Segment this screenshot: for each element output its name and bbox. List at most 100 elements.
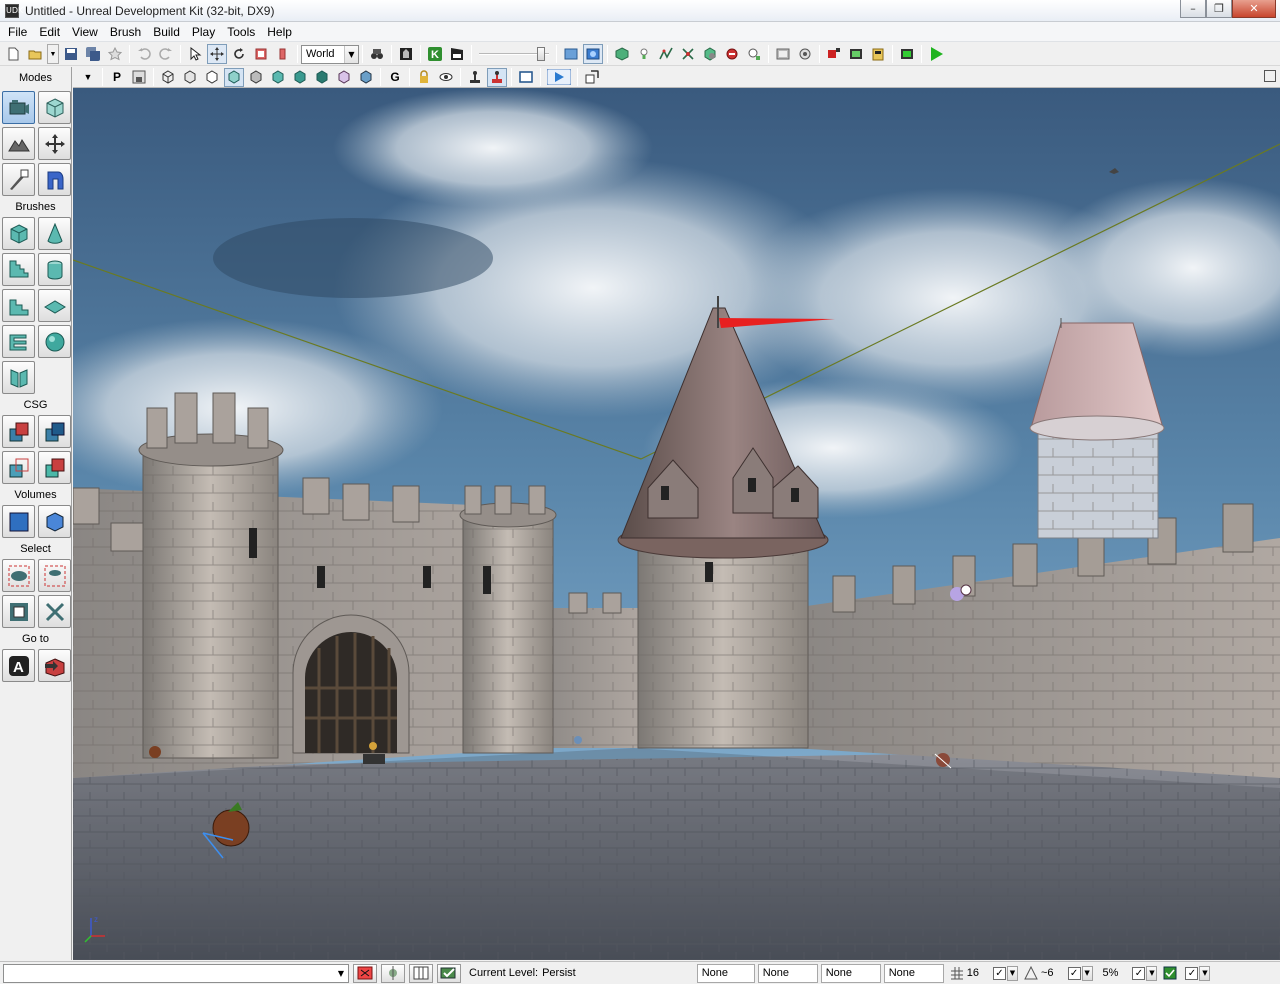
current-level-value[interactable]: Persist [542, 967, 576, 979]
cylinder-brush-button[interactable] [38, 253, 71, 286]
menu-play[interactable]: Play [186, 22, 221, 42]
scale-tool-button[interactable] [251, 44, 271, 64]
wireframe-button[interactable] [180, 68, 200, 87]
play-on-pc-button[interactable] [846, 44, 866, 64]
menu-brush[interactable]: Brush [104, 22, 147, 42]
close-button[interactable]: ✕ [1232, 0, 1276, 18]
emitter-sprite[interactable] [574, 736, 582, 744]
sphere-brush-button[interactable] [38, 325, 71, 358]
maximize-button[interactable]: ❐ [1206, 0, 1232, 18]
build-lighting-button[interactable] [634, 44, 654, 64]
command-input[interactable]: ▼ [3, 963, 349, 983]
menu-file[interactable]: File [2, 22, 33, 42]
viewport-toggle-button[interactable] [561, 44, 581, 64]
scale-snap-dropdown[interactable]: ▼ [1146, 965, 1158, 981]
realtime-toggle-button[interactable] [583, 44, 603, 64]
perspective-view-button[interactable]: P [107, 68, 127, 87]
rotation-snap-checkbox[interactable]: ✓ [1067, 966, 1081, 980]
camera-mode-button[interactable] [2, 91, 35, 124]
sheet-brush-button[interactable] [38, 289, 71, 322]
terrain-mode-button[interactable] [2, 127, 35, 160]
play-console-button[interactable] [897, 44, 917, 64]
menu-edit[interactable]: Edit [33, 22, 66, 42]
build-all-button[interactable] [722, 44, 742, 64]
realtime-preview-button[interactable] [487, 67, 507, 87]
static-mesh-tool-button[interactable] [773, 44, 793, 64]
lock-selection-button[interactable] [414, 68, 434, 87]
play-in-editor-button[interactable] [824, 44, 844, 64]
viewport-restore-icon[interactable] [1264, 70, 1276, 82]
add-volume-button[interactable] [2, 505, 35, 538]
build-options-button[interactable] [744, 44, 764, 64]
menu-tools[interactable]: Tools [221, 22, 261, 42]
lighting-detail-button[interactable] [356, 68, 376, 87]
game-view-button[interactable] [465, 68, 485, 87]
grid-snap-checkbox[interactable]: ✓ [992, 966, 1006, 980]
viewport-options-dropdown[interactable]: ▼ [78, 68, 98, 87]
light-complexity-button[interactable] [268, 68, 288, 87]
show-selected-button[interactable] [2, 559, 35, 592]
build-visibility-button[interactable] [700, 44, 720, 64]
autosave-icon[interactable] [1163, 966, 1177, 980]
lighting-only-button[interactable] [246, 68, 266, 87]
menu-help[interactable]: Help [261, 22, 298, 42]
volume-cube-button[interactable] [38, 505, 71, 538]
texture-align-mode-button[interactable] [2, 163, 35, 196]
shader-complexity-button[interactable] [312, 68, 332, 87]
lit-button[interactable] [224, 67, 244, 87]
curved-stair-brush-button[interactable] [2, 253, 35, 286]
linear-stair-brush-button[interactable] [2, 289, 35, 322]
viewport-type-button[interactable] [516, 68, 536, 87]
scale-nonuniform-button[interactable] [273, 44, 293, 64]
move-mode-button[interactable] [38, 127, 71, 160]
matinee-button[interactable] [447, 44, 467, 64]
lightmap-density-button[interactable] [334, 68, 354, 87]
content-browser-button[interactable] [396, 44, 416, 64]
drag-grid-button[interactable] [353, 963, 377, 983]
kismet-button[interactable]: K [425, 44, 445, 64]
goto-builder-brush-button[interactable] [38, 649, 71, 682]
open-button[interactable] [25, 44, 45, 64]
vertex-snap-button[interactable] [381, 963, 405, 983]
goto-actor-button[interactable]: A [2, 649, 35, 682]
lightmass-button[interactable] [795, 44, 815, 64]
csg-deintersect-button[interactable] [38, 451, 71, 484]
cook-button[interactable] [868, 44, 888, 64]
hide-selected-button[interactable] [38, 559, 71, 592]
groups-button[interactable]: G [385, 68, 405, 87]
grid-size-dropdown[interactable]: ▼ [1006, 965, 1018, 981]
autosave-checkbox[interactable]: ✓ [1185, 966, 1199, 980]
play-button[interactable] [925, 45, 949, 63]
new-button[interactable] [3, 44, 23, 64]
cone-brush-button[interactable] [38, 217, 71, 250]
translate-tool-button[interactable] [207, 44, 227, 64]
unlit-button[interactable] [202, 68, 222, 87]
search-actors-button[interactable] [367, 44, 387, 64]
favorites-button[interactable] [105, 44, 125, 64]
recent-dropdown[interactable]: ▼ [47, 44, 59, 64]
viewport-3d[interactable]: z [73, 88, 1280, 960]
autosave-dropdown[interactable]: ▼ [1199, 965, 1211, 981]
texture-density-button[interactable] [290, 68, 310, 87]
show-flags-button[interactable] [436, 68, 456, 87]
redo-button[interactable] [156, 44, 176, 64]
menu-build[interactable]: Build [147, 22, 186, 42]
select-tool-button[interactable] [185, 44, 205, 64]
save-button[interactable] [61, 44, 81, 64]
note-sprite[interactable] [149, 746, 161, 758]
menu-view[interactable]: View [66, 22, 104, 42]
csg-intersect-button[interactable] [2, 451, 35, 484]
spiral-stair-brush-button[interactable] [2, 325, 35, 358]
save-all-button[interactable] [83, 44, 103, 64]
rotate-tool-button[interactable] [229, 44, 249, 64]
geometry-mode-button[interactable] [38, 91, 71, 124]
layout-toggle-button[interactable] [409, 963, 433, 983]
rotation-snap-dropdown[interactable]: ▼ [1081, 965, 1093, 981]
csg-add-button[interactable] [2, 415, 35, 448]
scale-snap-checkbox[interactable]: ✓ [1132, 966, 1146, 980]
brush-wireframe-button[interactable] [158, 68, 178, 87]
lighting-slider[interactable] [479, 47, 549, 61]
lock-viewport-button[interactable] [129, 68, 149, 87]
undo-button[interactable] [134, 44, 154, 64]
build-geometry-button[interactable] [612, 44, 632, 64]
